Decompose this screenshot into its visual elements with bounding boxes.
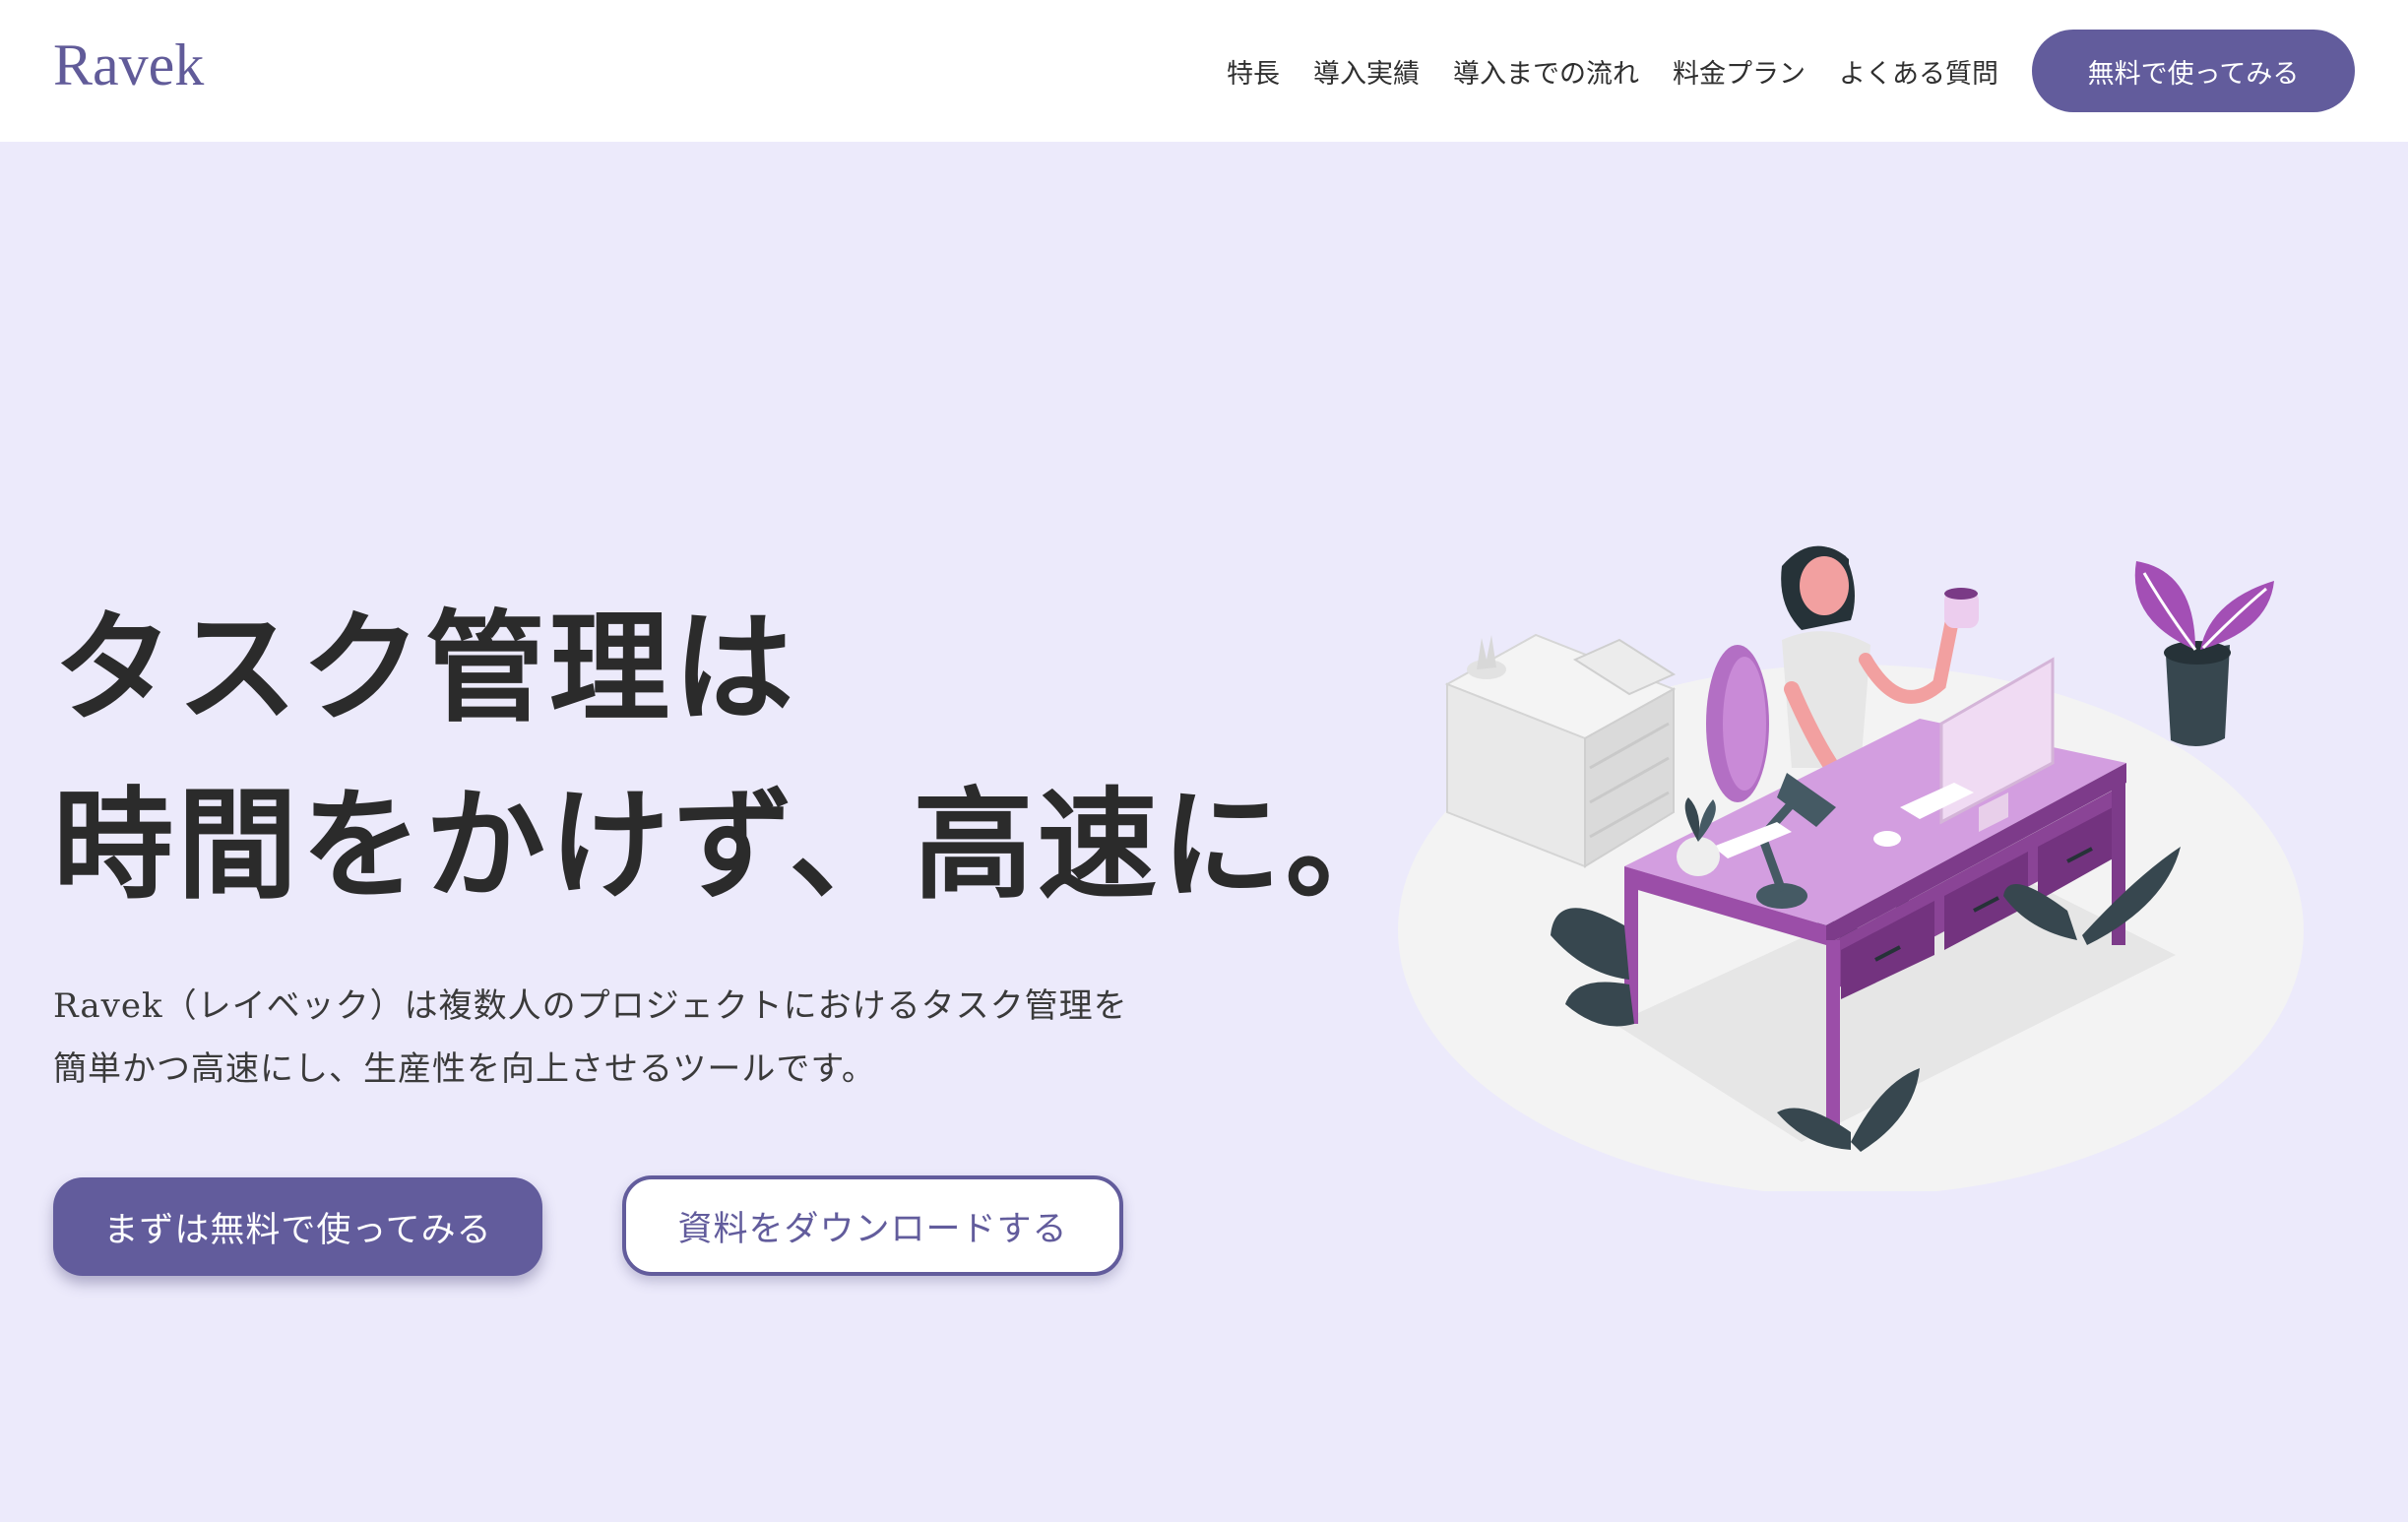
nav-item-onboarding-flow[interactable]: 導入までの流れ	[1453, 52, 1639, 91]
header-free-trial-button[interactable]: 無料で使ってみる	[2032, 30, 2355, 112]
nav-item-pricing[interactable]: 料金プラン	[1673, 52, 1806, 91]
hero-description-line-1: Ravek（レイベック）は複数人のプロジェクトにおけるタスク管理を	[53, 986, 1128, 1026]
nav-item-faq[interactable]: よくある質問	[1839, 52, 1998, 91]
woman-at-desk-illustration	[1398, 545, 2304, 1191]
potted-plant	[2134, 561, 2274, 747]
hero-title-line-2: 時間をかけず、高速に。	[53, 774, 1410, 916]
nav-item-features[interactable]: 特長	[1227, 52, 1280, 91]
hero-title: タスク管理は 時間をかけず、高速に。	[53, 579, 1409, 933]
download-materials-button[interactable]: 資料をダウンロードする	[622, 1175, 1123, 1276]
hero-description: Ravek（レイベック）は複数人のプロジェクトにおけるタスク管理を 簡単かつ高速…	[53, 975, 1128, 1101]
main-nav: 特長 導入実績 導入までの流れ 料金プラン よくある質問 無料で使ってみる	[1193, 0, 2408, 142]
nav-item-case-studies[interactable]: 導入実績	[1313, 52, 1420, 91]
hero-description-line-2: 簡単かつ高速にし、生産性を向上させるツールです。	[53, 1049, 876, 1089]
site-header: Ravek 特長 導入実績 導入までの流れ 料金プラン よくある質問 無料で使っ…	[0, 0, 2408, 142]
hero-title-line-1: タスク管理は	[53, 597, 797, 738]
logo[interactable]: Ravek	[53, 32, 204, 99]
free-trial-button[interactable]: まずは無料で使ってみる	[53, 1177, 542, 1276]
